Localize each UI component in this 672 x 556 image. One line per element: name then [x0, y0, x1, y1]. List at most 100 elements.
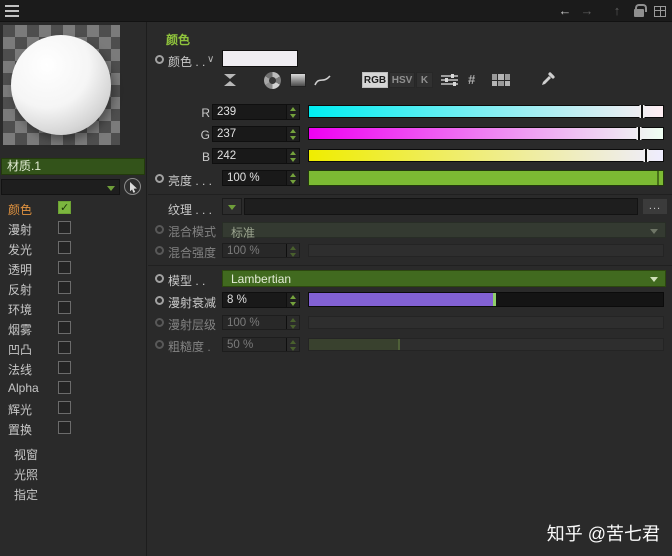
g-spinner[interactable] — [286, 127, 299, 141]
g-slider[interactable] — [308, 127, 664, 140]
chevron-down-icon — [650, 229, 658, 234]
channel-row-fog[interactable]: 烟雾 — [0, 318, 146, 338]
layout-grid-icon[interactable] — [654, 6, 666, 17]
roughness-slider — [308, 338, 664, 351]
channel-row-normal[interactable]: 法线 — [0, 358, 146, 378]
r-value-field[interactable]: 239 — [212, 104, 300, 120]
channel-row-transparency[interactable]: 透明 — [0, 258, 146, 278]
channel-checkbox[interactable] — [58, 321, 71, 334]
b-spinner[interactable] — [286, 149, 299, 163]
channel-checkbox[interactable] — [58, 241, 71, 254]
r-spinner[interactable] — [286, 105, 299, 119]
hsv-mode-button[interactable]: HSV — [389, 72, 415, 88]
channel-checkbox[interactable] — [58, 201, 71, 214]
anim-dot-roughness — [155, 340, 164, 349]
material-name-field[interactable]: 材质.1 — [1, 158, 145, 175]
b-value-field[interactable]: 242 — [212, 148, 300, 164]
mix-mode-label: 混合模式 — [168, 225, 217, 239]
texture-browse-button[interactable]: ... — [642, 198, 668, 215]
material-preview[interactable] — [3, 25, 120, 145]
forward-icon[interactable]: → — [578, 0, 596, 22]
attributes-panel: 颜色 颜色 . . ∨ RGB HSV K # R 239 G 237 B 24… — [148, 22, 672, 556]
color-row-label: 颜色 . . — [168, 55, 206, 69]
channel-checkbox[interactable] — [58, 341, 71, 354]
expand-chevron-icon[interactable]: ∨ — [207, 54, 214, 65]
brightness-slider-handle[interactable] — [657, 171, 659, 185]
b-slider[interactable] — [308, 149, 664, 162]
eyedropper-icon[interactable] — [540, 71, 556, 87]
brightness-spinner[interactable] — [286, 171, 299, 185]
hex-mode-button[interactable]: # — [468, 72, 475, 88]
channel-row-color[interactable]: 颜色 — [0, 198, 146, 218]
kelvin-mode-button[interactable]: K — [416, 72, 433, 88]
channel-row-alpha[interactable]: Alpha — [0, 378, 146, 398]
rgb-mode-button[interactable]: RGB — [362, 72, 388, 88]
r-slider[interactable] — [308, 105, 664, 118]
channel-checkbox[interactable] — [58, 401, 71, 414]
g-value-field[interactable]: 237 — [212, 126, 300, 142]
diffuse-falloff-value-field[interactable]: 8 % — [222, 292, 300, 308]
brightness-slider[interactable] — [308, 170, 664, 186]
swatches-grid-icon[interactable] — [492, 74, 510, 86]
texture-dropdown-button[interactable] — [222, 198, 242, 215]
channel-checkbox[interactable] — [58, 421, 71, 434]
sidebar-item-illumination[interactable]: 光照 — [14, 466, 38, 483]
g-label: G — [200, 128, 210, 142]
up-icon[interactable]: ↑ — [608, 0, 626, 22]
divider — [148, 265, 672, 266]
color-from-image-icon[interactable] — [314, 74, 331, 87]
diffuse-falloff-spinner[interactable] — [286, 293, 299, 307]
diffuse-falloff-handle[interactable] — [493, 293, 497, 306]
watermark: 知乎 @苦七君 — [546, 524, 660, 544]
chevron-down-icon — [650, 277, 658, 282]
brightness-value-field[interactable]: 100 % — [222, 170, 300, 186]
channel-checkbox[interactable] — [58, 381, 71, 394]
channel-checkbox[interactable] — [58, 281, 71, 294]
texture-path-field[interactable] — [244, 198, 638, 215]
r-slider-handle[interactable] — [640, 105, 643, 118]
chevron-down-icon — [228, 205, 236, 210]
channel-checkbox[interactable] — [58, 221, 71, 234]
b-slider-handle[interactable] — [644, 149, 647, 162]
anim-dot-diffuse-falloff[interactable] — [155, 296, 164, 305]
channel-row-displacement[interactable]: 置换 — [0, 418, 146, 438]
roughness-label: 粗糙度 . — [168, 340, 211, 354]
g-slider-handle[interactable] — [637, 127, 640, 140]
back-icon[interactable]: ← — [556, 0, 574, 22]
pick-material-button[interactable] — [124, 178, 141, 195]
model-dropdown[interactable]: Lambertian — [222, 270, 666, 287]
channel-checkbox[interactable] — [58, 361, 71, 374]
mix-strength-label: 混合强度 — [168, 246, 217, 260]
sidebar-item-assign[interactable]: 指定 — [14, 486, 38, 503]
spectrum-icon[interactable] — [290, 73, 306, 87]
anim-dot-model[interactable] — [155, 274, 164, 283]
menu-icon[interactable] — [5, 5, 19, 17]
channel-checkbox[interactable] — [58, 261, 71, 274]
preview-sphere — [11, 35, 111, 135]
color-swatch[interactable] — [222, 50, 298, 67]
channel-row-luminance[interactable]: 发光 — [0, 238, 146, 258]
channel-row-diffusion[interactable]: 漫射 — [0, 218, 146, 238]
channel-row-reflection[interactable]: 反射 — [0, 278, 146, 298]
channel-row-bump[interactable]: 凹凸 — [0, 338, 146, 358]
model-label: 模型 . . — [168, 274, 206, 288]
chevron-down-icon — [107, 186, 115, 191]
channel-label: Alpha — [8, 381, 39, 395]
channel-label: 透明 — [8, 263, 33, 277]
anim-dot-color[interactable] — [155, 55, 164, 64]
anim-dot-mix-mode — [155, 225, 164, 234]
sidebar-item-viewport[interactable]: 视窗 — [14, 446, 38, 463]
anim-dot-brightness[interactable] — [155, 174, 164, 183]
channel-checkbox[interactable] — [58, 301, 71, 314]
divider — [148, 194, 672, 195]
mixer-sliders-icon[interactable] — [441, 74, 458, 87]
channel-row-glow[interactable]: 辉光 — [0, 398, 146, 418]
mix-strength-slider — [308, 244, 664, 257]
compact-mode-icon[interactable] — [224, 73, 236, 87]
material-filter-dropdown[interactable] — [1, 179, 120, 195]
section-header-color: 颜色 — [166, 33, 191, 47]
color-wheel-icon[interactable] — [264, 72, 281, 89]
diffuse-falloff-slider[interactable] — [308, 292, 664, 307]
lock-icon[interactable] — [634, 4, 647, 17]
channel-row-environment[interactable]: 环境 — [0, 298, 146, 318]
